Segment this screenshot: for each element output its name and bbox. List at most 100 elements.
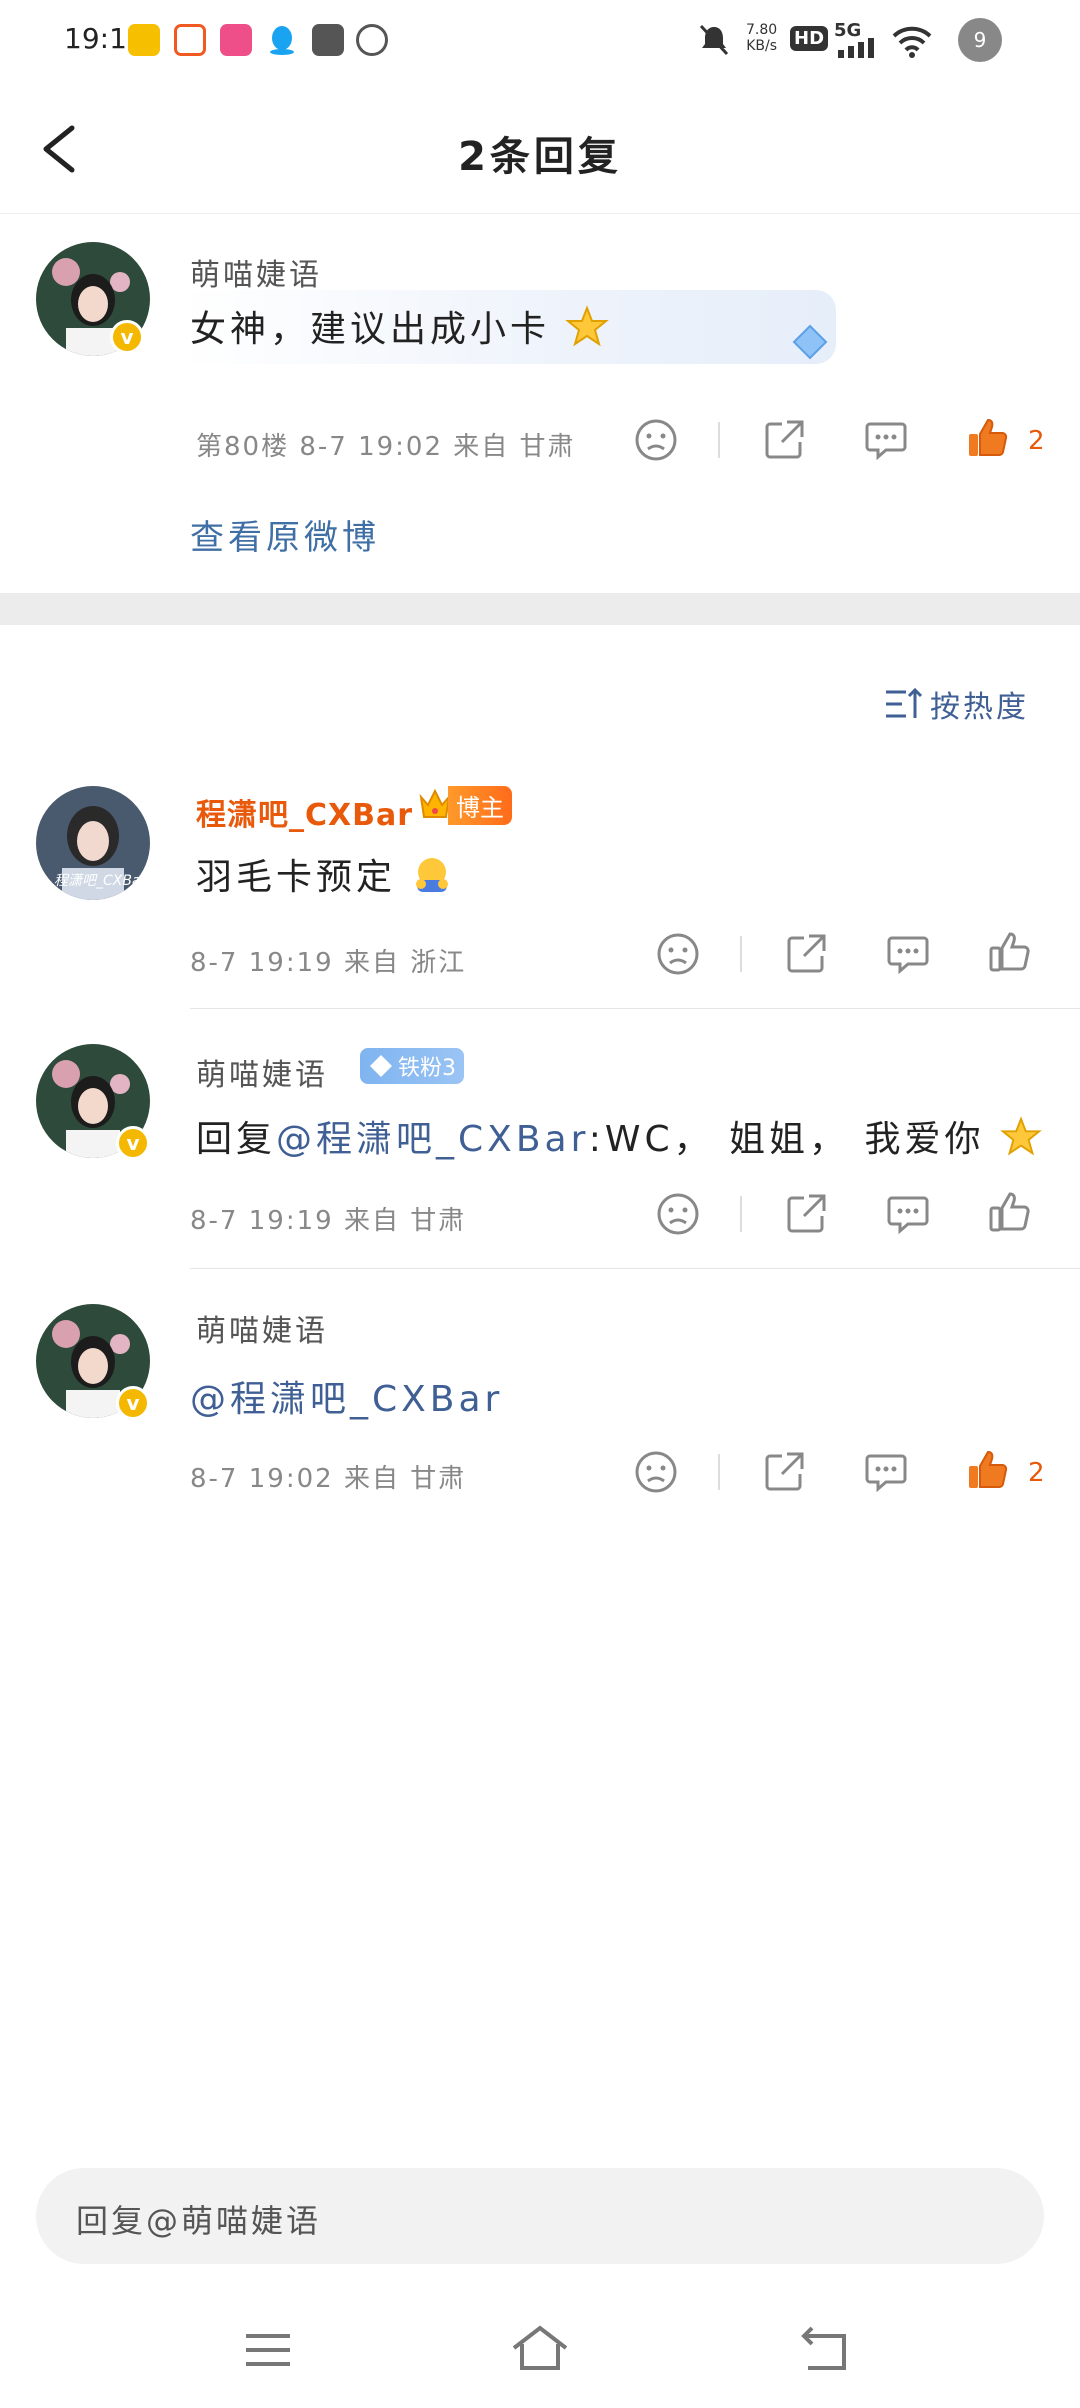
frown-face-icon <box>657 933 699 975</box>
star-emoji-icon <box>565 304 610 358</box>
share-button[interactable] <box>782 1190 830 1238</box>
header: 2条回复 <box>0 84 1080 214</box>
reply-time: 8-7 19:19 <box>190 948 334 978</box>
host-badge-label: 博主 <box>448 786 512 825</box>
thumbs-up-icon <box>969 1450 1008 1488</box>
fan-level-badge: 铁粉3 <box>360 1048 464 1084</box>
sohu-app-icon <box>174 24 206 56</box>
dislike-button[interactable] <box>632 416 680 464</box>
reply-divider <box>190 1268 1080 1269</box>
reply-username[interactable]: 程潇吧_CXBar <box>196 790 413 834</box>
view-original-link[interactable]: 查看原微博 <box>190 510 380 559</box>
comment-location: 来自 甘肃 <box>453 432 576 462</box>
dislike-button[interactable] <box>654 930 702 978</box>
weibo-app-icon <box>128 24 160 56</box>
reply-text: @程潇吧_CXBar <box>190 1370 503 1422</box>
like-button[interactable] <box>964 1446 1012 1494</box>
hd-badge: HD <box>790 26 829 51</box>
comment-text-body: 女神，建议出成小卡 <box>190 309 551 350</box>
action-divider <box>718 422 720 458</box>
signal-bars-icon <box>836 38 880 62</box>
reply-time: 8-7 19:02 <box>190 1464 334 1494</box>
fan-level-label: 铁粉3 <box>398 1056 456 1081</box>
reply-input[interactable]: 回复@萌喵婕语 <box>36 2168 1044 2264</box>
comment-text: 女神，建议出成小卡 <box>190 300 610 358</box>
share-icon <box>765 420 804 459</box>
action-divider <box>740 936 742 972</box>
action-divider <box>718 1454 720 1490</box>
reply-username[interactable]: 萌喵婕语 <box>196 1306 328 1350</box>
mention-link[interactable]: @程潇吧_CXBar <box>276 1119 589 1160</box>
qq-app-icon <box>266 24 298 56</box>
verified-badge-icon: v <box>116 1386 150 1420</box>
share-button[interactable] <box>760 1448 808 1496</box>
hug-emoji-icon <box>411 854 453 905</box>
mute-bell-icon <box>696 22 732 62</box>
system-nav-bar <box>0 2300 1080 2408</box>
back-nav-button[interactable] <box>798 2324 850 2378</box>
reply-username[interactable]: 萌喵婕语 <box>196 1050 328 1094</box>
like-count: 2 <box>1028 1458 1045 1488</box>
sort-icon <box>886 687 923 718</box>
like-button[interactable] <box>986 928 1034 976</box>
dislike-button[interactable] <box>654 1190 702 1238</box>
comment-button[interactable] <box>862 416 910 464</box>
verified-badge-icon: v <box>110 320 144 354</box>
like-count: 2 <box>1028 426 1045 456</box>
floor-label: 第80楼 <box>196 432 290 462</box>
menu-icon <box>246 2334 290 2366</box>
share-icon <box>765 1452 804 1491</box>
like-button[interactable] <box>964 414 1012 462</box>
thumbs-up-icon <box>989 1192 1030 1232</box>
wallet-app-icon <box>312 24 344 56</box>
diamond-decoration-icon <box>790 322 830 366</box>
comment-bubble-icon <box>865 1454 907 1493</box>
menu-button[interactable] <box>242 2328 294 2376</box>
share-icon <box>787 1194 826 1233</box>
net-speed: 7.80 KB/s <box>746 22 777 54</box>
home-icon <box>512 2325 568 2370</box>
dislike-button[interactable] <box>632 1448 680 1496</box>
host-badge: 博主 <box>418 786 512 825</box>
reply-meta: 8-7 19:19 来自 甘肃 <box>190 1200 466 1237</box>
net-speed-unit: KB/s <box>746 38 777 54</box>
reply-meta: 8-7 19:02 来自 甘肃 <box>190 1458 466 1495</box>
comment-button[interactable] <box>862 1448 910 1496</box>
like-button[interactable] <box>986 1188 1034 1236</box>
share-button[interactable] <box>782 930 830 978</box>
page-title: 2条回复 <box>458 134 622 180</box>
comment-time: 8-7 19:02 <box>299 432 444 462</box>
comment-username[interactable]: 萌喵婕语 <box>190 250 322 294</box>
home-button[interactable] <box>510 2324 570 2378</box>
reply-prefix: 回复 <box>196 1119 277 1160</box>
mention-link[interactable]: @程潇吧_CXBar <box>190 1379 503 1420</box>
reply-text-body: 羽毛卡预定 <box>196 857 397 898</box>
frown-face-icon <box>657 1193 699 1235</box>
thumbs-up-icon <box>989 932 1030 972</box>
lofter-app-icon <box>220 24 252 56</box>
comment-button[interactable] <box>884 930 932 978</box>
reply-text: 羽毛卡预定 <box>196 848 453 905</box>
reply-location: 来自 甘肃 <box>343 1206 467 1236</box>
sort-toggle[interactable]: 按热度 <box>884 682 1029 726</box>
thumbs-up-icon <box>969 418 1008 456</box>
reply-meta: 8-7 19:19 来自 浙江 <box>190 942 466 979</box>
comment-meta: 第80楼 8-7 19:02 来自 甘肃 <box>196 426 576 463</box>
reply-text-body: :WC， 姐姐， 我爱你 <box>588 1119 985 1160</box>
diamond-icon <box>370 1055 392 1077</box>
frown-face-icon <box>635 1451 677 1493</box>
share-icon <box>787 934 826 973</box>
back-arrow-icon <box>801 2326 846 2370</box>
reply-text: 回复@程潇吧_CXBar:WC， 姐姐， 我爱你 <box>196 1110 1042 1167</box>
comment-button[interactable] <box>884 1190 932 1238</box>
reply-input-placeholder: 回复@萌喵婕语 <box>76 2202 322 2240</box>
reply-divider <box>190 1008 1080 1009</box>
share-button[interactable] <box>760 416 808 464</box>
battery-indicator: 9 <box>958 18 1002 62</box>
avatar-caption: 程潇吧_CXBar <box>54 873 147 889</box>
wifi-icon <box>890 24 934 62</box>
comment-bubble-icon <box>887 936 929 975</box>
net-speed-value: 7.80 <box>746 22 778 38</box>
sort-label: 按热度 <box>930 690 1029 725</box>
comment-bubble-icon <box>865 422 907 461</box>
